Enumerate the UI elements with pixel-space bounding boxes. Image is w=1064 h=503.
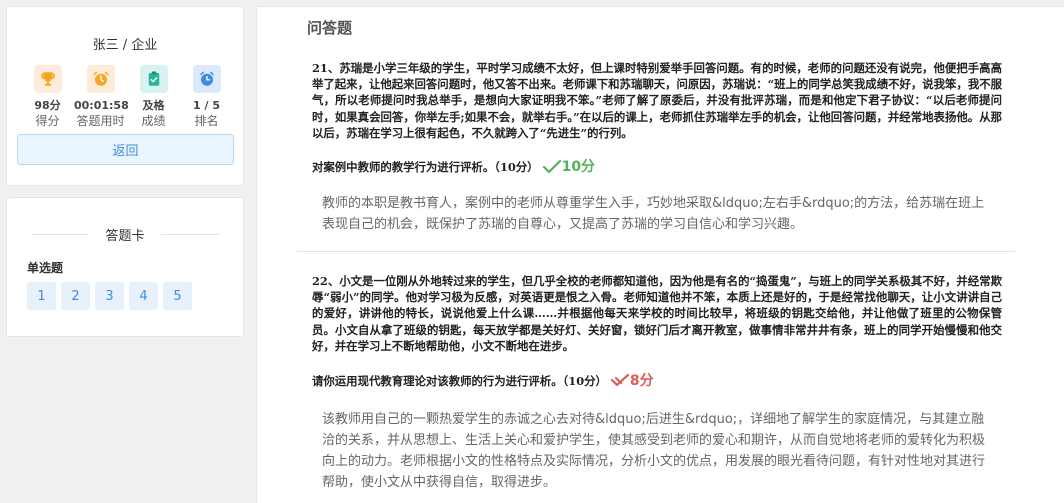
answer-card: 答题卡 单选题 1 2 3 4 5 (6, 197, 244, 337)
question-21-prompt: 对案例中教师的教学行为进行评析。（10分） (312, 160, 539, 174)
check-icon (542, 160, 561, 174)
question-21-answer: 教师的本职是教书育人，案例中的老师从尊重学生入手，巧妙地采取&ldquo;左右手… (322, 196, 985, 232)
question-22-score-value: 8分 (629, 373, 654, 389)
stat-grade-value: 及格 (142, 99, 165, 112)
clipboard-check-icon (139, 65, 168, 93)
stats-row: 98分 得分 00:01:58 答题用时 及格 成绩 1 / 5 排名 (21, 65, 233, 129)
question-divider (297, 251, 1015, 252)
half-check-icon (610, 374, 629, 387)
question-number-list: 1 2 3 4 5 (27, 282, 197, 310)
question-21-text: 21、苏瑞是小学三年级的学生，平时学习成绩不太好，但上课时特别爱举手回答问题。有… (312, 61, 1002, 140)
divider-left (31, 234, 90, 235)
question-21-score-value: 10分 (561, 159, 596, 175)
answer-card-header: 答题卡 (7, 225, 243, 244)
answer-card-title: 答题卡 (105, 229, 145, 244)
stat-score: 98分 得分 (21, 65, 74, 129)
question-number-4[interactable]: 4 (129, 282, 158, 310)
main-panel: 问答题 21、苏瑞是小学三年级的学生，平时学习成绩不太好，但上课时特别爱举手回答… (256, 6, 1064, 503)
stat-time-value: 00:01:58 (74, 99, 129, 112)
section-title: 问答题 (307, 19, 353, 37)
stat-rank-label: 排名 (194, 114, 219, 128)
question-21-prompt-row: 对案例中教师的教学行为进行评析。（10分） 10分 (312, 159, 595, 175)
clock-icon (192, 65, 221, 93)
user-name: 张三 / 企业 (92, 38, 158, 53)
question-number-2[interactable]: 2 (61, 282, 90, 310)
stat-score-value: 98分 (34, 99, 61, 112)
stat-score-label: 得分 (35, 114, 60, 128)
stat-time: 00:01:58 答题用时 (74, 65, 129, 129)
question-22-answer: 该教师用自己的一颗热爱学生的赤诚之心去对待&ldquo;后进生&rdquo;，详… (322, 412, 986, 490)
stat-grade: 及格 成绩 (127, 65, 180, 129)
divider-right (160, 234, 219, 235)
trophy-icon (33, 65, 62, 93)
stat-time-label: 答题用时 (76, 114, 125, 128)
question-number-5[interactable]: 5 (163, 282, 192, 310)
section-single-choice: 单选题 (27, 261, 64, 275)
stat-rank: 1 / 5 排名 (180, 65, 233, 129)
question-22-text: 22、小文是一位刚从外地转过来的学生，但几乎全校的老师都知道他，因为他是有名的“… (312, 274, 1002, 353)
stat-rank-value: 1 / 5 (193, 99, 220, 112)
question-22-prompt: 请你运用现代教育理论对该教师的行为进行评析。（10分） (312, 374, 607, 388)
question-number-3[interactable]: 3 (95, 282, 124, 310)
question-22-prompt-row: 请你运用现代教育理论对该教师的行为进行评析。（10分） 8分 (312, 373, 654, 389)
alarm-clock-icon (86, 65, 115, 93)
back-button[interactable]: 返回 (17, 134, 234, 165)
profile-card: 张三 / 企业 98分 得分 00:01:58 答题用时 及格 成绩 1 / 5… (6, 6, 244, 186)
stat-grade-label: 成绩 (141, 114, 166, 128)
question-number-1[interactable]: 1 (27, 282, 56, 310)
question-22-score: 8分 (610, 373, 654, 389)
question-21-score: 10分 (542, 159, 596, 175)
